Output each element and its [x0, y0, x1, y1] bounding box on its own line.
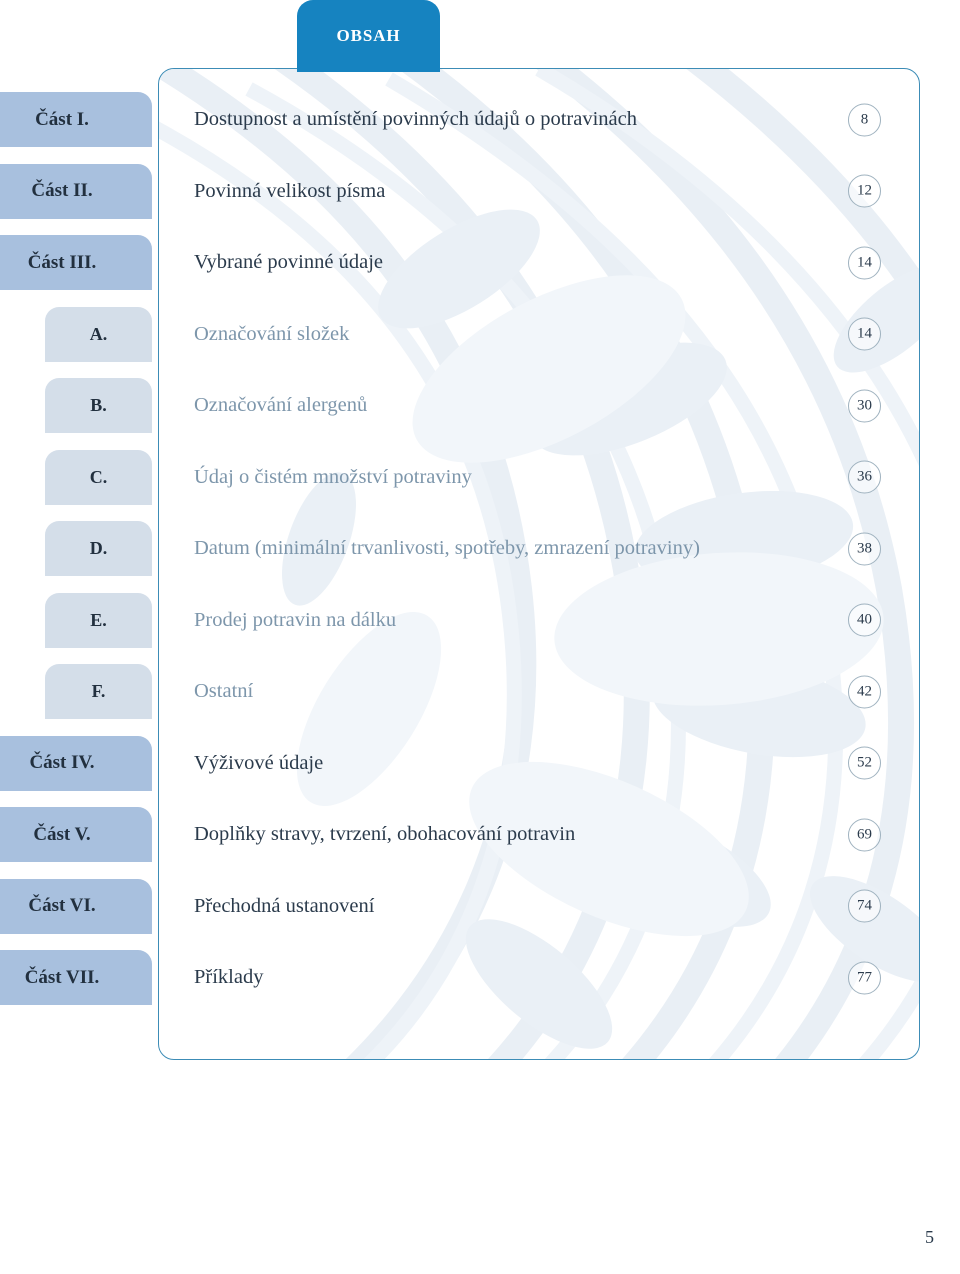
toc-entry-page-badge[interactable]: 14 — [848, 317, 881, 351]
toc-entry-page-badge[interactable]: 30 — [848, 389, 881, 422]
section-tab-label: F. — [91, 681, 106, 701]
toc-entry-page-badge[interactable]: 74 — [848, 889, 881, 923]
section-tab-3[interactable]: Část III. — [0, 235, 152, 290]
section-tab-rail: Část I. Část II. Část III. A. B. C. D. E. F. Část… — [0, 68, 158, 1060]
section-tab-label: Část I. — [35, 108, 89, 130]
toc-entry[interactable]: Výživové údaje 52 — [158, 736, 920, 791]
toc-entry-page-badge[interactable]: 12 — [848, 174, 881, 208]
section-tab-label: C. — [89, 466, 108, 487]
section-tab-label: Část VII. — [24, 966, 100, 988]
toc-entry-title: Prodej potravin na dálku — [194, 608, 397, 631]
section-tab-1[interactable]: Část I. — [0, 92, 152, 147]
section-tab-label: D. — [89, 538, 108, 558]
page-folio: 5 — [925, 1227, 934, 1247]
section-tab-label: A. — [89, 323, 108, 344]
section-tab-label: E. — [90, 609, 107, 630]
toc-entry[interactable]: Vybrané povinné údaje 14 — [158, 235, 920, 290]
toc-entry-page-badge[interactable]: 38 — [848, 532, 881, 565]
toc-entry[interactable]: Ostatní 42 — [158, 664, 920, 719]
toc-entry-title: Ostatní — [194, 680, 254, 703]
toc-entry[interactable]: Prodej potravin na dálku 40 — [158, 593, 920, 648]
section-tab-7[interactable]: D. — [45, 521, 152, 576]
toc-entry[interactable]: Přechodná ustanovení 74 — [158, 879, 920, 934]
toc-entry[interactable]: Označování složek 14 — [158, 307, 920, 362]
toc-entry[interactable]: Datum (minimální trvanlivosti, spotřeby,… — [158, 521, 920, 576]
section-tab-11[interactable]: Část V. — [0, 807, 152, 862]
section-tab-6[interactable]: C. — [45, 449, 152, 505]
toc-entry-title: Doplňky stravy, tvrzení, obohacování pot… — [194, 823, 576, 846]
section-tab-13[interactable]: Část VII. — [0, 950, 152, 1005]
toc-entry[interactable]: Povinná velikost písma 12 — [158, 164, 920, 219]
toc-entry-page-badge[interactable]: 36 — [848, 460, 881, 494]
toc-entry-page-badge[interactable]: 52 — [848, 746, 881, 780]
toc-entry-title: Povinná velikost písma — [194, 179, 386, 202]
toc-entry-page-badge[interactable]: 77 — [848, 961, 881, 994]
toc-entry-title: Výživové údaje — [194, 751, 324, 774]
section-tab-label: B. — [90, 395, 107, 415]
section-tab-4[interactable]: A. — [45, 306, 152, 362]
toc-entry-title: Příklady — [194, 966, 264, 989]
section-tab-label: Část III. — [27, 251, 97, 273]
section-tab-10[interactable]: Část IV. — [0, 735, 152, 791]
toc-page: OBSAH Část I. Část II. Část III. A. B. C. D. E.… — [0, 0, 960, 1274]
section-tab-12[interactable]: Část VI. — [0, 878, 152, 934]
toc-entry[interactable]: Označování alergenů 30 — [158, 378, 920, 433]
toc-entry[interactable]: Dostupnost a umístění povinných údajů o … — [158, 92, 920, 147]
toc-entry-title: Označování složek — [194, 322, 350, 345]
toc-entry-list: Dostupnost a umístění povinných údajů o … — [158, 68, 920, 1060]
toc-entry-title: Vybrané povinné údaje — [194, 251, 383, 274]
toc-entry-title: Údaj o čistém množství potraviny — [194, 465, 472, 488]
toc-entry-title: Datum (minimální trvanlivosti, spotřeby,… — [194, 537, 700, 560]
page-title: OBSAH — [336, 26, 401, 45]
section-tab-9[interactable]: F. — [45, 664, 152, 719]
toc-entry[interactable]: Doplňky stravy, tvrzení, obohacování pot… — [158, 807, 920, 862]
section-tab-label: Část II. — [31, 180, 93, 201]
obsah-header-tab: OBSAH — [297, 0, 440, 72]
section-tab-2[interactable]: Část II. — [0, 163, 152, 219]
toc-entry[interactable]: Údaj o čistém množství potraviny 36 — [158, 450, 920, 505]
toc-entry-title: Dostupnost a umístění povinných údajů o … — [194, 108, 637, 131]
section-tab-label: Část V. — [33, 823, 91, 845]
toc-entry-page-badge[interactable]: 69 — [848, 818, 881, 851]
section-tab-label: Část IV. — [29, 752, 95, 773]
toc-entry-title: Přechodná ustanovení — [194, 894, 375, 917]
toc-entry-page-badge[interactable]: 14 — [848, 246, 881, 279]
toc-entry-page-badge[interactable]: 42 — [848, 675, 881, 708]
toc-entry[interactable]: Příklady 77 — [158, 950, 920, 1005]
toc-entry-page-badge[interactable]: 8 — [848, 103, 881, 136]
toc-entry-page-badge[interactable]: 40 — [848, 603, 881, 637]
section-tab-5[interactable]: B. — [45, 378, 152, 433]
toc-entry-title: Označování alergenů — [194, 394, 368, 417]
section-tab-label: Část VI. — [28, 895, 96, 916]
section-tab-8[interactable]: E. — [45, 592, 152, 648]
